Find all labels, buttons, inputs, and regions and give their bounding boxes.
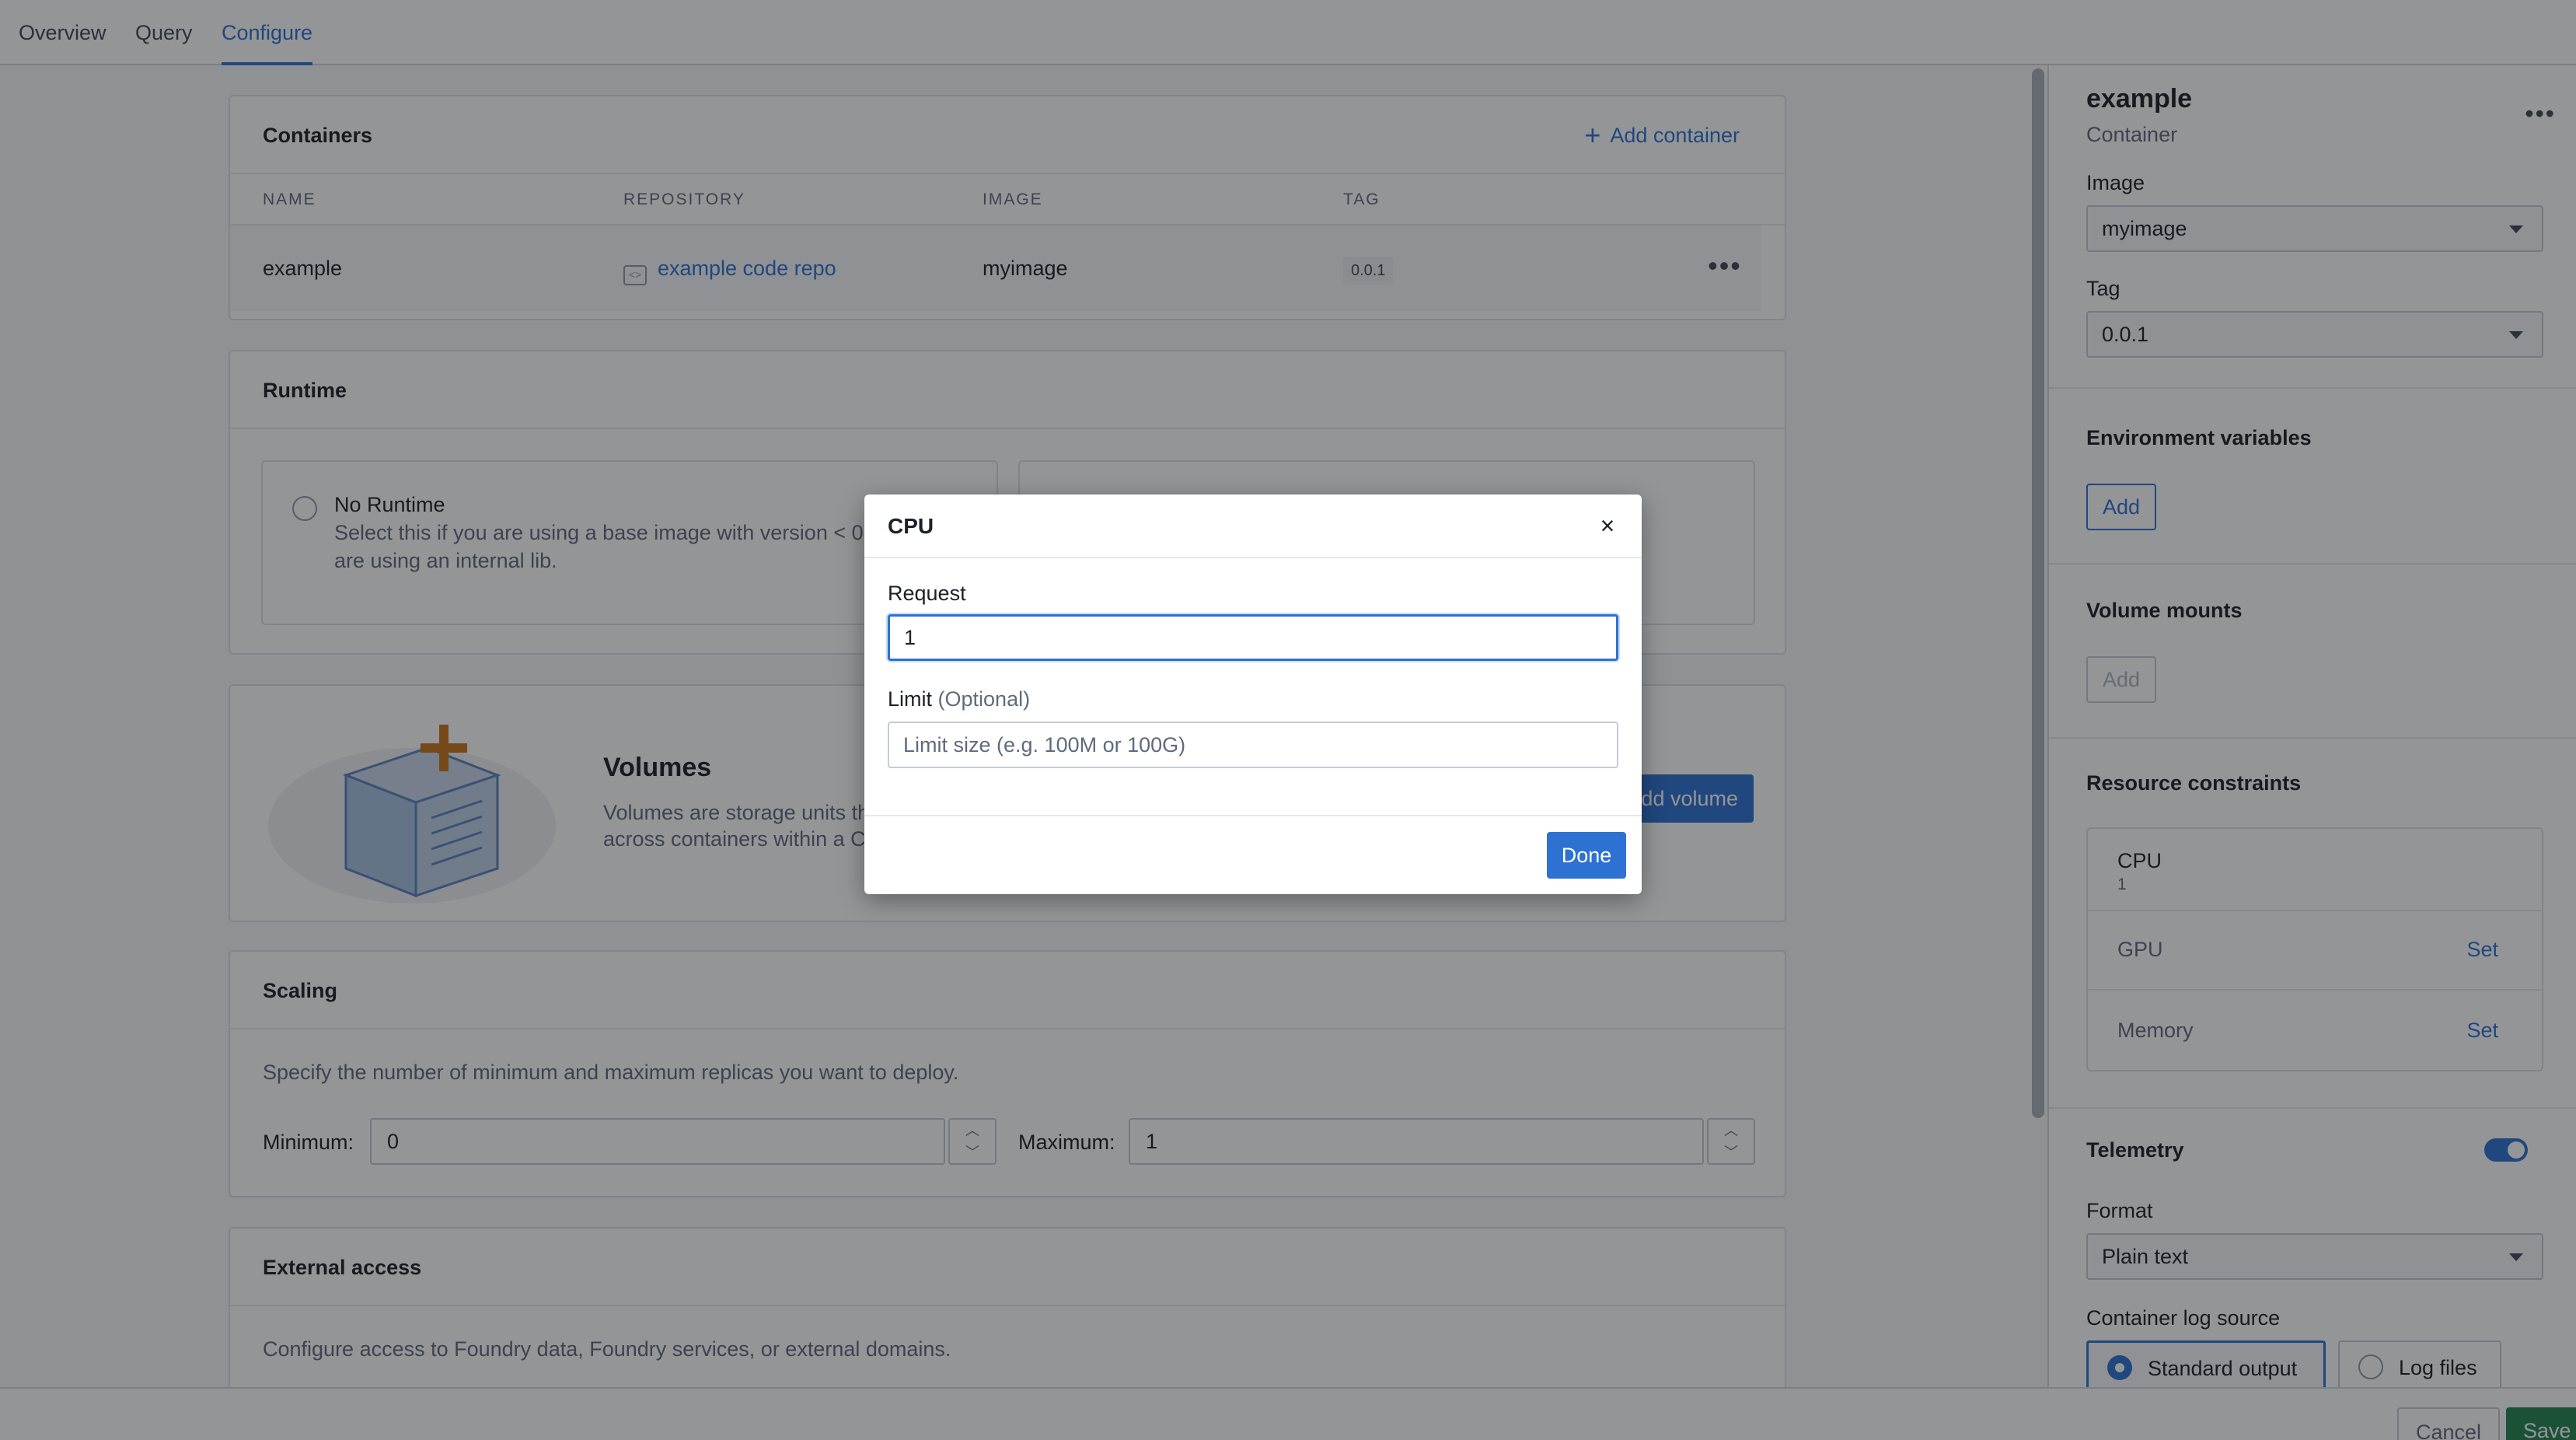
limit-optional-text: (Optional): [937, 687, 1031, 711]
dialog-header: CPU ×: [864, 495, 1642, 558]
close-icon[interactable]: ×: [1592, 510, 1623, 541]
limit-label: Limit (Optional): [888, 687, 1030, 711]
dialog-footer: Done: [864, 815, 1642, 894]
cpu-dialog: CPU × Request Limit (Optional) Done: [864, 495, 1642, 894]
done-button[interactable]: Done: [1547, 832, 1626, 879]
limit-input[interactable]: [888, 722, 1618, 768]
request-input[interactable]: [888, 614, 1618, 661]
request-label: Request: [888, 582, 966, 605]
dialog-title: CPU: [888, 514, 934, 538]
limit-label-text: Limit: [888, 687, 933, 711]
